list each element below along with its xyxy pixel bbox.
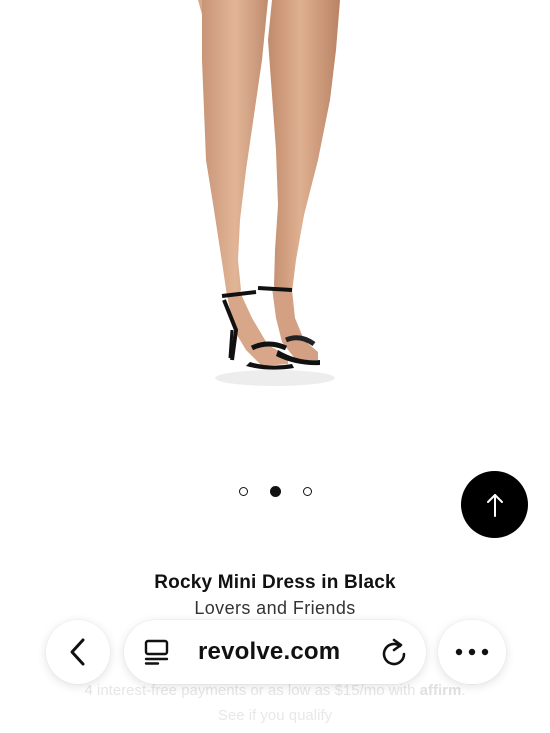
- product-photo: [198, 0, 340, 386]
- browser-toolbar: revolve.com: [0, 620, 550, 686]
- carousel-dot-1[interactable]: [238, 487, 248, 496]
- carousel-dot-2[interactable]: [269, 486, 281, 497]
- back-button[interactable]: [46, 620, 110, 684]
- more-button[interactable]: [438, 620, 506, 684]
- tab-list-icon[interactable]: [144, 639, 170, 665]
- chevron-left-icon: [70, 638, 85, 666]
- product-title: Rocky Mini Dress in Black: [154, 572, 396, 593]
- carousel-dot-3[interactable]: [302, 487, 312, 496]
- product-page: Rocky Mini Dress in Black Lovers and Fri…: [0, 0, 550, 733]
- product-image[interactable]: [0, 0, 550, 470]
- address-bar[interactable]: revolve.com: [124, 620, 426, 684]
- reload-icon[interactable]: [380, 637, 408, 667]
- product-brand[interactable]: Lovers and Friends: [0, 598, 550, 619]
- more-dots-icon: [455, 648, 489, 656]
- qualify-link[interactable]: See if you qualify: [0, 707, 550, 724]
- url-text: revolve.com: [198, 638, 341, 665]
- scroll-to-top-button[interactable]: [461, 471, 528, 538]
- arrow-up-icon: [486, 493, 503, 517]
